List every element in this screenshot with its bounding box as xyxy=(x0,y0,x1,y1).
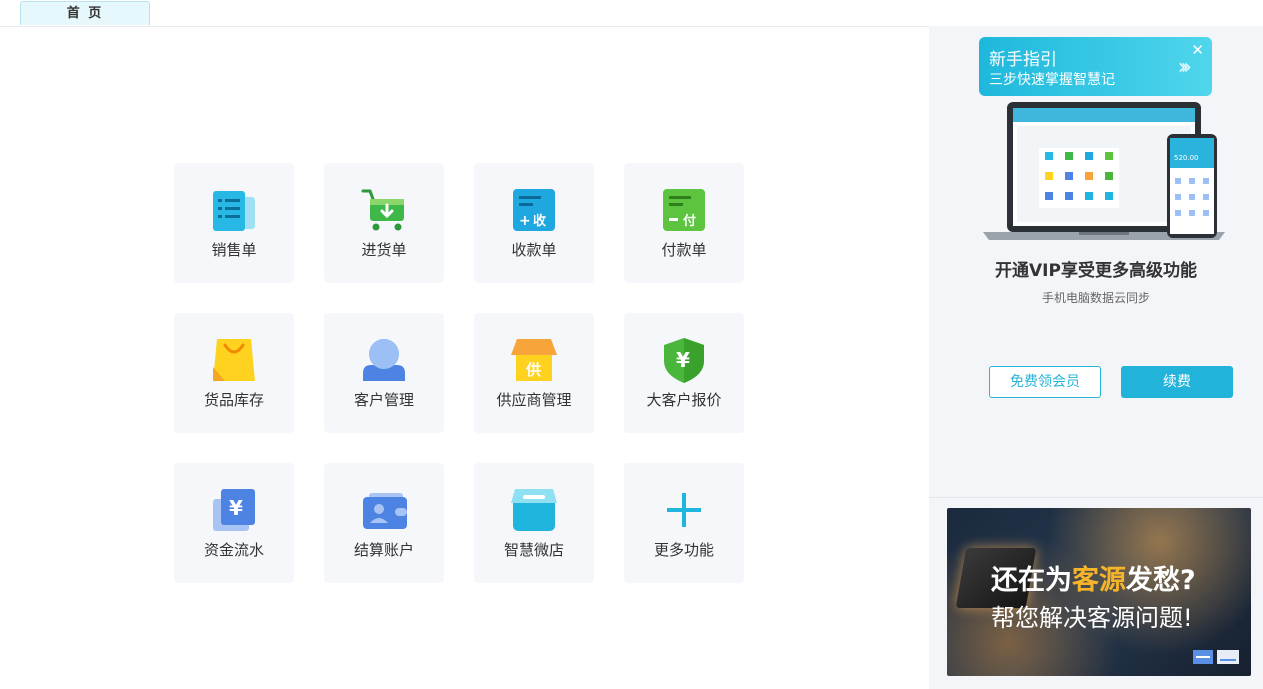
module-inventory[interactable]: 货品库存 xyxy=(174,313,294,433)
module-label: 销售单 xyxy=(211,241,257,259)
close-icon[interactable]: ✕ xyxy=(1191,41,1204,59)
receipt-icon: + 收 xyxy=(513,189,555,231)
supplier-store-icon: 供 xyxy=(511,339,557,381)
module-sales-order[interactable]: 销售单 xyxy=(174,163,294,283)
receipt-plus-glyph: + xyxy=(519,213,531,229)
module-customer[interactable]: 客户管理 xyxy=(324,313,444,433)
right-panel: 新手指引 三步快速掌握智慧记 ››› ✕ 520.00 开通VIP享受更多高级功… xyxy=(929,26,1263,689)
module-label: 智慧微店 xyxy=(503,541,564,559)
ad-banner[interactable]: 还在为客源发愁? 帮您解决客源问题! xyxy=(947,508,1251,676)
payment-glyph: 付 xyxy=(683,213,696,229)
banner-headline-part1: 还在为 xyxy=(991,565,1072,596)
beginner-guide-banner[interactable]: 新手指引 三步快速掌握智慧记 ››› ✕ xyxy=(979,37,1212,96)
divider xyxy=(929,497,1263,498)
shield-yuan-glyph: ¥ xyxy=(676,348,690,372)
module-payment[interactable]: 付 付款单 xyxy=(624,163,744,283)
module-micro-store[interactable]: 智慧微店 xyxy=(474,463,594,583)
module-label: 大客户报价 xyxy=(646,391,722,409)
module-supplier[interactable]: 供 供应商管理 xyxy=(474,313,594,433)
plus-icon xyxy=(667,493,701,527)
customer-icon xyxy=(363,339,405,381)
module-label: 货品库存 xyxy=(203,391,264,409)
module-cash-flow[interactable]: ¥ 资金流水 xyxy=(174,463,294,583)
laptop-phone-illustration: 520.00 xyxy=(983,102,1225,240)
module-label: 更多功能 xyxy=(653,541,714,559)
module-label: 进货单 xyxy=(361,241,407,259)
arrows-icon: ››› xyxy=(1177,55,1193,80)
module-label: 供应商管理 xyxy=(496,391,572,409)
module-label: 付款单 xyxy=(661,241,707,259)
module-grid: 销售单 进货单 + 收 收款单 付 付款单 货品库存 客户管理 供 供应商管理 … xyxy=(174,163,744,583)
payment-icon: 付 xyxy=(663,189,705,231)
purchase-cart-icon xyxy=(361,189,404,231)
sales-order-icon xyxy=(213,191,255,231)
module-purchase-order[interactable]: 进货单 xyxy=(324,163,444,283)
vip-title: 开通VIP享受更多高级功能 xyxy=(995,261,1197,281)
module-vip-quote[interactable]: ¥ 大客户报价 xyxy=(624,313,744,433)
banner-highlight: 客源 xyxy=(1072,565,1126,596)
micro-store-icon xyxy=(511,489,557,531)
module-receipt[interactable]: + 收 收款单 xyxy=(474,163,594,283)
receipt-glyph: 收 xyxy=(533,213,547,229)
phone-amount: 520.00 xyxy=(1174,154,1199,162)
guide-title: 新手指引 xyxy=(989,50,1057,70)
module-label: 资金流水 xyxy=(203,541,264,559)
tab-home[interactable]: 首 页 xyxy=(20,1,150,25)
wallet-icon xyxy=(363,493,407,529)
module-label: 结算账户 xyxy=(353,541,414,559)
yuan-document-icon: ¥ xyxy=(213,489,255,531)
shopping-bag-icon xyxy=(213,339,255,381)
renew-button[interactable]: 续费 xyxy=(1121,366,1233,398)
module-settlement-account[interactable]: 结算账户 xyxy=(324,463,444,583)
module-label: 客户管理 xyxy=(353,391,414,409)
module-label: 收款单 xyxy=(511,241,557,259)
free-membership-button[interactable]: 免费领会员 xyxy=(989,366,1101,398)
supplier-glyph: 供 xyxy=(525,361,541,379)
guide-subtitle: 三步快速掌握智慧记 xyxy=(989,72,1115,88)
document-yuan-glyph: ¥ xyxy=(229,496,243,520)
banner-logo-icon xyxy=(1193,650,1239,664)
module-more[interactable]: 更多功能 xyxy=(624,463,744,583)
banner-headline-part2: 发愁? xyxy=(1126,565,1196,596)
banner-headline: 还在为客源发愁? xyxy=(991,558,1196,597)
yuan-shield-icon: ¥ xyxy=(664,338,704,383)
tab-bar: 首 页 xyxy=(0,0,1263,27)
banner-subline: 帮您解决客源问题! xyxy=(991,604,1193,632)
vip-subtitle: 手机电脑数据云同步 xyxy=(1041,291,1150,305)
